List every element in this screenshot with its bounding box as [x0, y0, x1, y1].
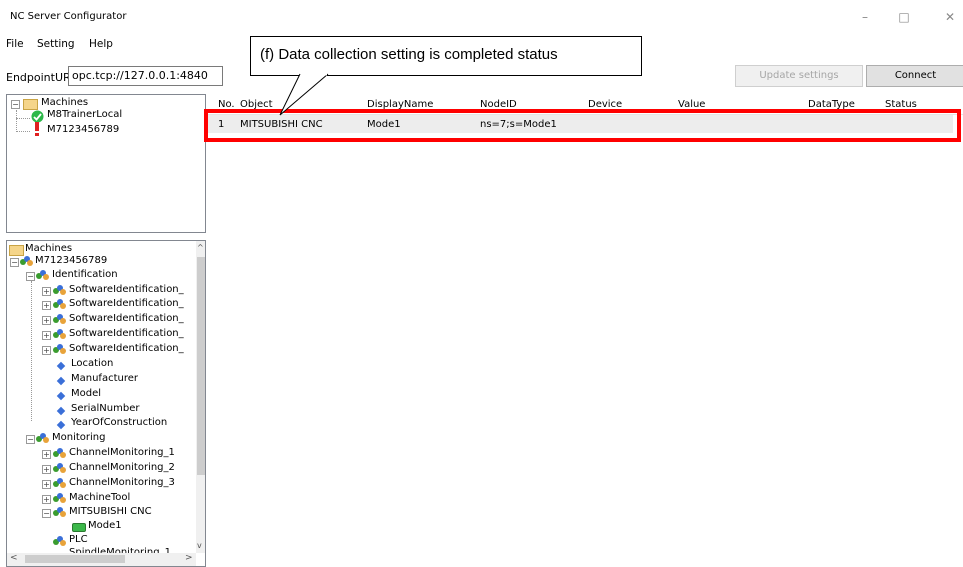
callout-pointer — [279, 73, 329, 116]
connect-button[interactable]: Connect — [866, 65, 963, 87]
update-settings-button[interactable]: Update settings — [735, 65, 863, 87]
folder-icon — [23, 99, 38, 110]
tree-item-monitoring[interactable]: Monitoring — [52, 432, 105, 443]
object-icon — [53, 314, 67, 324]
object-icon — [53, 463, 67, 473]
expand-icon[interactable]: + — [42, 316, 51, 325]
tree-item-machine[interactable]: M7123456789 — [35, 255, 107, 266]
tree-item-mitsubishi-cnc[interactable]: MITSUBISHI CNC — [69, 506, 152, 517]
annotation-text: (f) Data collection setting is completed… — [260, 46, 558, 63]
object-icon — [53, 299, 67, 309]
endpoint-url-input[interactable]: opc.tcp://127.0.0.1:4840 — [68, 66, 223, 86]
tree-item-m7123456789[interactable]: M7123456789 — [47, 124, 119, 135]
expand-icon[interactable]: + — [42, 346, 51, 355]
tree-item-machinetool[interactable]: MachineTool — [69, 492, 130, 503]
expand-icon[interactable]: + — [42, 480, 51, 489]
menu-setting[interactable]: Setting — [37, 38, 75, 50]
tree-item-model[interactable]: Model — [71, 388, 101, 399]
property-icon — [56, 420, 66, 430]
object-icon — [53, 507, 67, 517]
collapse-icon[interactable]: − — [26, 272, 35, 281]
object-icon — [20, 256, 34, 266]
warning-status-icon — [35, 122, 39, 136]
tree-item-mode1[interactable]: Mode1 — [88, 520, 122, 531]
variable-icon — [72, 523, 86, 532]
object-icon — [53, 329, 67, 339]
tree-item-channel-monitoring[interactable]: ChannelMonitoring_1 — [69, 447, 175, 458]
window-title: NC Server Configurator — [10, 11, 127, 22]
expand-icon[interactable]: + — [42, 331, 51, 340]
menu-file[interactable]: File — [6, 38, 24, 50]
object-icon — [53, 478, 67, 488]
expand-icon[interactable]: + — [42, 287, 51, 296]
close-button[interactable]: ✕ — [930, 6, 963, 28]
scroll-thumb[interactable] — [197, 257, 205, 475]
tree-item-software-identification[interactable]: SoftwareIdentification_ — [69, 298, 184, 309]
object-icon — [53, 344, 67, 354]
tree-item-yearofconstruction[interactable]: YearOfConstruction — [71, 417, 167, 428]
collapse-icon[interactable]: − — [10, 258, 19, 267]
scroll-right-icon[interactable]: > — [185, 553, 193, 563]
tree-root-machines[interactable]: Machines — [25, 243, 72, 254]
expand-icon[interactable]: + — [42, 495, 51, 504]
object-icon — [36, 270, 50, 280]
object-icon — [53, 448, 67, 458]
tree-item-serialnumber[interactable]: SerialNumber — [71, 403, 139, 414]
tree-item-location[interactable]: Location — [71, 358, 113, 369]
tree-item-identification[interactable]: Identification — [52, 269, 118, 280]
collapse-icon[interactable]: − — [11, 100, 20, 109]
tree-root-machines[interactable]: Machines — [41, 97, 88, 108]
tree-item-plc[interactable]: PLC — [69, 534, 88, 545]
property-icon — [56, 376, 66, 386]
scroll-left-icon[interactable]: < — [10, 553, 18, 563]
scroll-down-icon[interactable]: v — [197, 541, 202, 550]
tree-item-m8trainerlocal[interactable]: M8TrainerLocal — [47, 109, 122, 120]
scroll-thumb[interactable] — [25, 555, 125, 563]
expand-icon[interactable]: + — [42, 450, 51, 459]
collapse-icon[interactable]: − — [42, 509, 51, 518]
machines-tree[interactable]: − Machines M8TrainerLocal M7123456789 — [6, 94, 206, 233]
tree-item-software-identification[interactable]: SoftwareIdentification_ — [69, 313, 184, 324]
property-icon — [56, 361, 66, 371]
property-icon — [56, 391, 66, 401]
folder-icon — [9, 245, 24, 256]
menu-help[interactable]: Help — [89, 38, 113, 50]
property-icon — [56, 406, 66, 416]
scroll-up-icon[interactable]: ^ — [197, 243, 204, 252]
maximize-button[interactable]: □ — [884, 6, 924, 28]
tree-item-software-identification[interactable]: SoftwareIdentification_ — [69, 328, 184, 339]
collapse-icon[interactable]: − — [26, 435, 35, 444]
object-icon — [53, 493, 67, 503]
object-icon — [53, 536, 67, 546]
minimize-button[interactable]: – — [845, 6, 885, 28]
address-space-tree[interactable]: Machines − M7123456789 − Identification … — [6, 240, 206, 567]
tree-item-channel-monitoring[interactable]: ChannelMonitoring_2 — [69, 462, 175, 473]
data-grid[interactable] — [208, 94, 963, 565]
expand-icon[interactable]: + — [42, 301, 51, 310]
tree-item-channel-monitoring[interactable]: ChannelMonitoring_3 — [69, 477, 175, 488]
tree-item-software-identification[interactable]: SoftwareIdentification_ — [69, 284, 184, 295]
object-icon — [53, 285, 67, 295]
tree-item-software-identification[interactable]: SoftwareIdentification_ — [69, 343, 184, 354]
title-bar — [0, 0, 963, 32]
object-icon — [36, 433, 50, 443]
tree-item-manufacturer[interactable]: Manufacturer — [71, 373, 138, 384]
expand-icon[interactable]: + — [42, 465, 51, 474]
